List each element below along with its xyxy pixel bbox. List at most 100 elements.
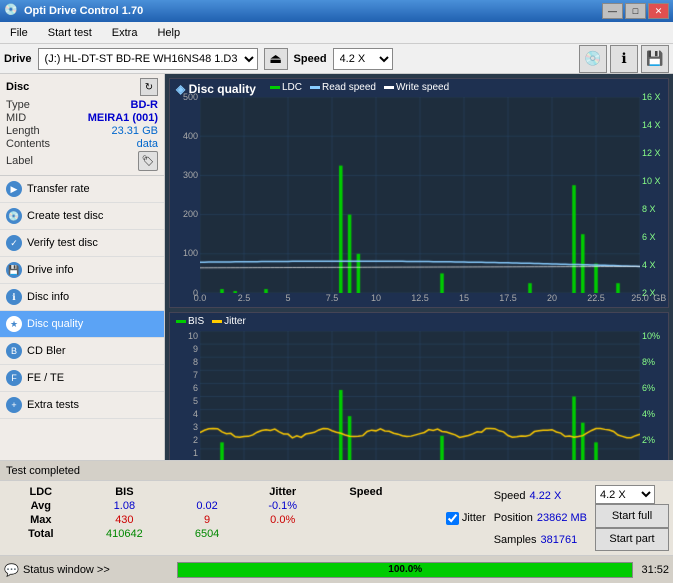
contents-val: data — [137, 138, 158, 150]
max-bis: 9 — [171, 513, 243, 527]
minimize-button[interactable]: — — [602, 3, 623, 19]
x-axis-top: 0.0 2.5 5 7.5 10 12.5 15 17.5 20 22.5 25… — [200, 293, 640, 307]
nav-transfer-rate[interactable]: ▶ Transfer rate — [0, 176, 164, 203]
total-bis: 6504 — [171, 527, 243, 541]
position-key: Position — [494, 512, 533, 524]
position-val: 23862 MB — [537, 512, 587, 524]
menu-file[interactable]: File — [4, 25, 34, 41]
type-val: BD-R — [131, 99, 159, 111]
test-completed-bar: Test completed — [0, 460, 673, 480]
drive-info-icon: 💾 — [6, 262, 22, 278]
mid-val: MEIRA1 (001) — [88, 112, 158, 124]
nav-disc-info[interactable]: ℹ Disc info — [0, 284, 164, 311]
nav-verify-test-disc[interactable]: ✓ Verify test disc — [0, 230, 164, 257]
disc-quality-icon: ★ — [6, 316, 22, 332]
title-bar: 💿 Opti Drive Control 1.70 — □ ✕ — [0, 0, 673, 22]
col-header-empty — [171, 485, 243, 499]
avg-jitter: -0.1% — [243, 499, 322, 513]
speed-val: 4.22 X — [530, 490, 562, 502]
menu-extra[interactable]: Extra — [106, 25, 144, 41]
nav-create-test-disc[interactable]: 💿 Create test disc — [0, 203, 164, 230]
bottom-chart-canvas — [200, 331, 640, 462]
nav-disc-info-label: Disc info — [27, 291, 69, 303]
nav-menu: ▶ Transfer rate 💿 Create test disc ✓ Ver… — [0, 176, 164, 419]
status-window-button[interactable]: 💬 Status window >> — [4, 563, 169, 577]
nav-disc-quality[interactable]: ★ Disc quality — [0, 311, 164, 338]
type-key: Type — [6, 99, 30, 111]
menu-start-test[interactable]: Start test — [42, 25, 98, 41]
status-icon: 💬 — [4, 563, 19, 577]
top-chart: ◈ Disc quality LDC Read speed Write spee… — [169, 78, 669, 308]
start-full-button[interactable]: Start full — [595, 504, 669, 527]
info-icon-btn[interactable]: ℹ — [610, 45, 638, 73]
total-ldc: 410642 — [78, 527, 172, 541]
close-button[interactable]: ✕ — [648, 3, 669, 19]
nav-disc-quality-label: Disc quality — [27, 318, 83, 330]
disc-info-section: Disc ↻ Type BD-R MID MEIRA1 (001) Length… — [0, 74, 164, 176]
progress-container: 100.0% — [177, 562, 633, 578]
label-edit-button[interactable]: 🏷 — [138, 151, 158, 171]
speed-combo-select[interactable]: 4.2 X — [595, 485, 655, 504]
samples-key: Samples — [494, 534, 537, 546]
nav-create-test-disc-label: Create test disc — [27, 210, 103, 222]
speed-select[interactable]: 4.2 X — [333, 48, 393, 70]
nav-cd-bler[interactable]: B CD Bler — [0, 338, 164, 365]
jitter-checkbox-label[interactable]: Jitter — [446, 512, 486, 525]
top-chart-legend: LDC Read speed Write speed — [270, 82, 449, 93]
start-part-button[interactable]: Start part — [595, 528, 669, 551]
disc-icon-btn[interactable]: 💿 — [579, 45, 607, 73]
save-icon-btn[interactable]: 💾 — [641, 45, 669, 73]
bottom-chart: BIS Jitter 10 9 8 7 6 5 4 3 2 1 10% 8% — [169, 312, 669, 477]
avg-ldc: 1.08 — [78, 499, 172, 513]
top-chart-canvas — [200, 97, 640, 293]
nav-drive-info[interactable]: 💾 Drive info — [0, 257, 164, 284]
disc-section-title: Disc — [6, 81, 29, 93]
app-icon: 💿 — [4, 3, 20, 19]
y-axis-right-top: 16 X 14 X 12 X 10 X 8 X 6 X 4 X 2 X — [640, 97, 668, 293]
col-header-ldc: LDC — [4, 485, 78, 499]
fe-te-icon: F — [6, 370, 22, 386]
nav-extra-tests-label: Extra tests — [27, 399, 79, 411]
max-jitter: 0.0% — [243, 513, 322, 527]
drive-select[interactable]: (J:) HL-DT-ST BD-RE WH16NS48 1.D3 — [38, 48, 258, 70]
length-key: Length — [6, 125, 40, 137]
eject-button[interactable]: ⏏ — [264, 48, 288, 70]
nav-verify-test-disc-label: Verify test disc — [27, 237, 98, 249]
test-completed-text: Test completed — [6, 465, 80, 477]
col-header-jitter: Jitter — [243, 485, 322, 499]
status-time: 31:52 — [641, 564, 669, 576]
window-controls: — □ ✕ — [602, 3, 669, 19]
label-key: Label — [6, 155, 33, 167]
disc-info-icon: ℹ — [6, 289, 22, 305]
cd-bler-icon: B — [6, 343, 22, 359]
y-axis-right-bottom: 10% 8% 6% 4% 2% — [640, 331, 668, 462]
row-avg-label: Avg — [4, 499, 78, 513]
progress-text: 100.0% — [178, 563, 632, 577]
right-panel: ◈ Disc quality LDC Read speed Write spee… — [165, 74, 673, 480]
col-header-empty2 — [409, 485, 437, 499]
drive-bar: Drive (J:) HL-DT-ST BD-RE WH16NS48 1.D3 … — [0, 44, 673, 74]
row-total-label: Total — [4, 527, 78, 541]
maximize-button[interactable]: □ — [625, 3, 646, 19]
status-window-label: Status window >> — [23, 564, 110, 576]
nav-extra-tests[interactable]: + Extra tests — [0, 392, 164, 419]
jitter-checkbox[interactable] — [446, 512, 459, 525]
disc-refresh-button[interactable]: ↻ — [140, 78, 158, 96]
stats-bar: LDC BIS Jitter Speed Avg 1.08 0.02 -0.1% — [0, 480, 673, 555]
speed-info-section: Speed 4.22 X Position 23862 MB Samples 3… — [494, 485, 587, 551]
jitter-label: Jitter — [462, 512, 486, 524]
nav-transfer-rate-label: Transfer rate — [27, 183, 90, 195]
verify-test-disc-icon: ✓ — [6, 235, 22, 251]
speed-label: Speed — [294, 53, 327, 65]
main-layout: Disc ↻ Type BD-R MID MEIRA1 (001) Length… — [0, 74, 673, 480]
stats-table: LDC BIS Jitter Speed Avg 1.08 0.02 -0.1% — [4, 485, 438, 551]
menu-help[interactable]: Help — [151, 25, 186, 41]
avg-bis: 0.02 — [171, 499, 243, 513]
mid-key: MID — [6, 112, 26, 124]
col-header-speed: Speed — [322, 485, 409, 499]
length-val: 23.31 GB — [112, 125, 158, 137]
extra-tests-icon: + — [6, 397, 22, 413]
speed-key: Speed — [494, 490, 526, 502]
row-max-label: Max — [4, 513, 78, 527]
nav-fe-te[interactable]: F FE / TE — [0, 365, 164, 392]
